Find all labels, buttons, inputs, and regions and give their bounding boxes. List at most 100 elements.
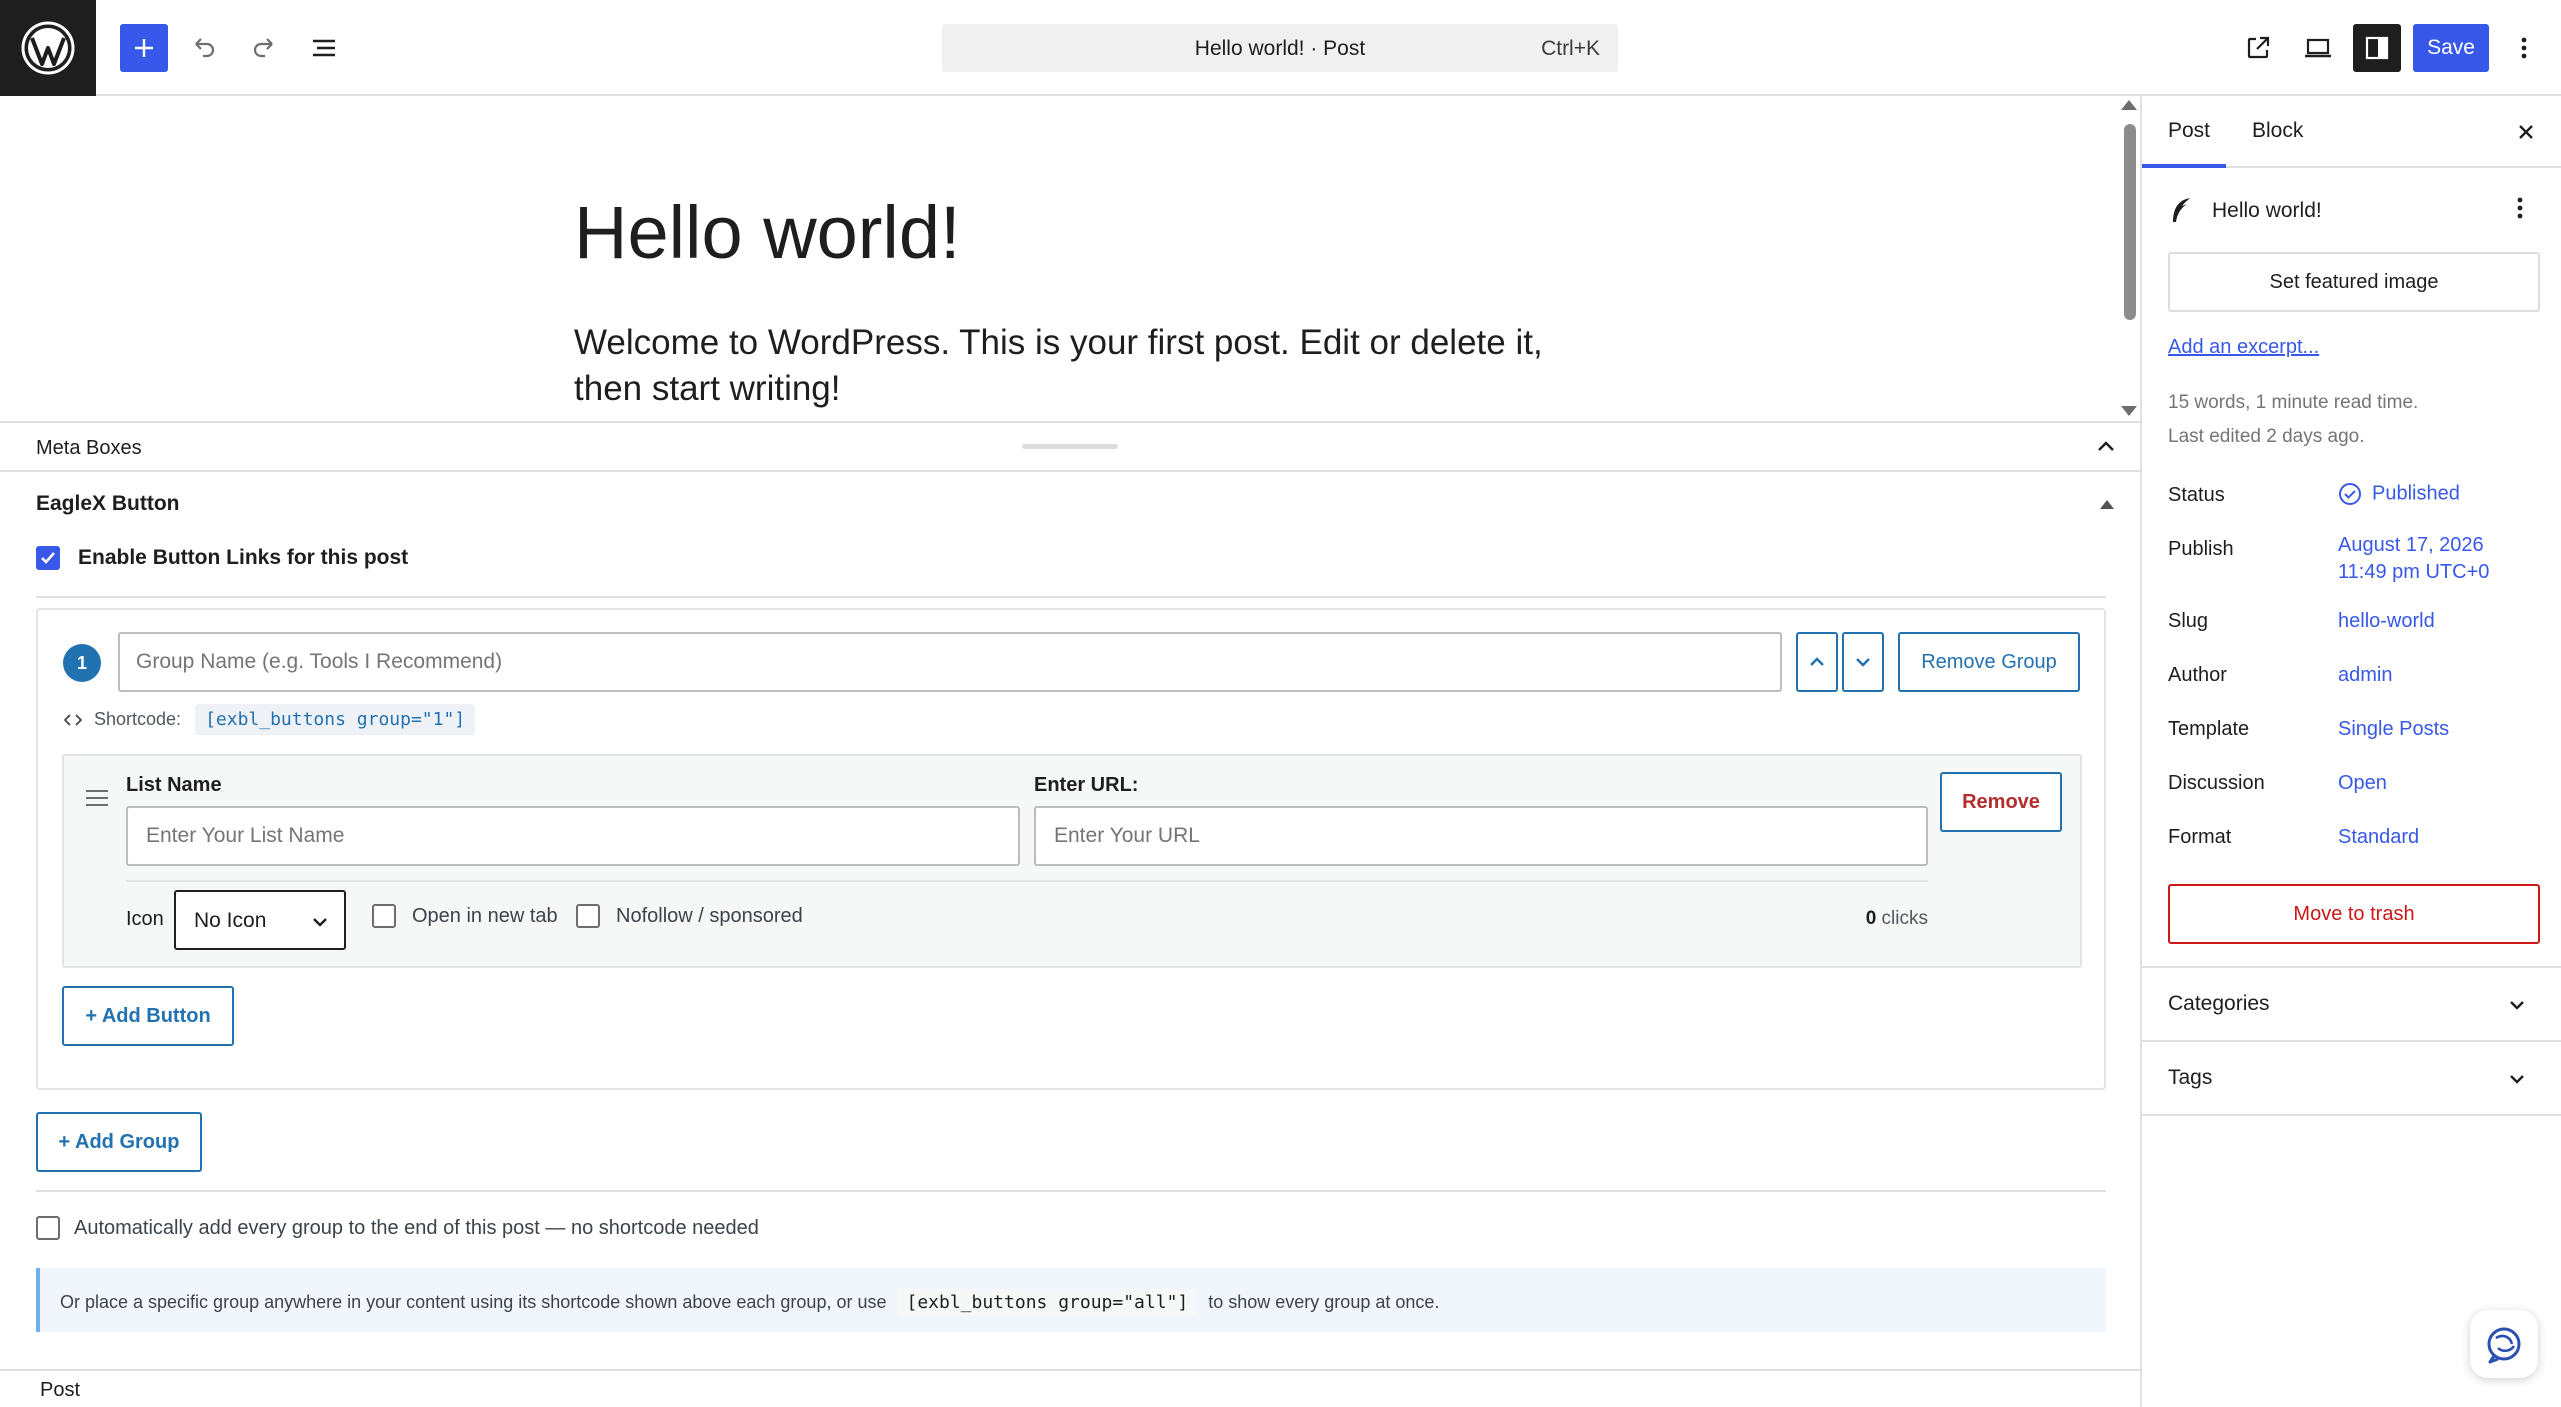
paragraph-block[interactable]: Welcome to WordPress. This is your first… [574,320,1554,412]
url-label: Enter URL: [1034,774,1139,796]
remove-group-button[interactable]: Remove Group [1898,632,2080,692]
editor-canvas[interactable]: Hello world! Welcome to WordPress. This … [0,96,2140,421]
template-value[interactable]: Single Posts [2338,718,2449,741]
published-check-icon [2339,483,2361,505]
post-summary: Hello world! [2168,196,2322,226]
meta-boxes-title: Meta Boxes [36,437,142,459]
auto-add-row: Automatically add every group to the end… [36,1216,759,1240]
shortcode-value[interactable]: [exbl_buttons group="1"] [195,704,476,735]
read-time: 15 words, 1 minute read time. [2168,392,2419,413]
post-feather-icon [2173,198,2190,222]
nofollow-checkbox[interactable] [576,904,600,928]
url-input[interactable] [1034,806,1928,866]
code-icon [64,713,82,726]
options-menu-button[interactable] [2500,24,2548,72]
format-value[interactable]: Standard [2338,826,2419,849]
info-text: Or place a specific group anywhere in yo… [60,1289,1439,1316]
editor-toolbar: Hello world! · Post Ctrl+K Save [0,0,2561,96]
post-title[interactable]: Hello world! [574,190,961,275]
click-count-label: clicks [1881,908,1928,929]
move-group-down-button[interactable] [1842,632,1884,692]
divider [36,1190,2106,1192]
publish-value[interactable]: August 17, 2026 11:49 pm UTC+0 [2338,532,2489,586]
add-block-button[interactable] [120,24,168,72]
resize-handle[interactable] [1022,444,1118,449]
wordpress-logo-icon[interactable] [0,0,96,96]
undo-button[interactable] [180,24,228,72]
format-label: Format [2168,826,2232,848]
chevron-down-icon [2510,1075,2524,1084]
button-item: List Name Enter URL: Remove Icon No Icon… [62,754,2082,968]
preview-device-button[interactable] [2294,24,2342,72]
list-view-icon [313,39,335,57]
breadcrumb[interactable]: Post [40,1379,80,1402]
checkmark-icon [41,552,55,564]
redo-icon [253,38,273,58]
drag-handle-icon[interactable] [86,790,108,811]
keyboard-shortcut: Ctrl+K [1541,37,1600,60]
redo-button[interactable] [240,24,288,72]
chat-widget-button[interactable] [2470,1310,2538,1378]
nofollow-option: Nofollow / sponsored [576,904,803,928]
post-meta-info: 15 words, 1 minute read time. Last edite… [2168,386,2418,454]
save-button[interactable]: Save [2413,24,2489,72]
document-overview-button[interactable] [300,24,348,72]
status-value[interactable]: Published [2338,482,2460,506]
button-group: 1 Remove Group Shortcode: [exbl_buttons … [36,608,2106,1090]
chevron-down-icon [2510,1001,2524,1010]
enable-links-checkbox[interactable] [36,546,60,570]
auto-add-checkbox[interactable] [36,1216,60,1240]
publish-time: 11:49 pm UTC+0 [2338,561,2490,583]
more-vertical-icon[interactable] [2516,194,2524,222]
shortcode-label: Shortcode: [94,709,182,729]
settings-sidebar-toggle[interactable] [2353,24,2401,72]
move-group-up-button[interactable] [1796,632,1838,692]
group-name-input[interactable] [118,632,1782,692]
set-featured-image-button[interactable]: Set featured image [2168,252,2540,312]
nofollow-label: Nofollow / sponsored [616,904,803,927]
add-excerpt-link[interactable]: Add an excerpt... [2168,336,2319,359]
collapse-caret-icon[interactable] [2100,500,2114,509]
list-name-label: List Name [126,774,222,796]
add-button-button[interactable]: + Add Button [62,986,234,1046]
undo-icon [195,38,215,58]
tags-title: Tags [2168,1066,2213,1089]
command-palette-bar[interactable]: Hello world! · Post Ctrl+K [942,24,1618,72]
view-post-button[interactable] [2234,24,2282,72]
chevron-down-icon [1856,658,1870,667]
more-vertical-icon [2521,37,2527,59]
divider [2142,1114,2561,1116]
chevron-up-icon[interactable] [2094,435,2118,459]
meta-boxes-header[interactable]: Meta Boxes [0,421,2140,472]
last-edited: Last edited 2 days ago. [2168,426,2365,447]
info-suffix: to show every group at once. [1208,1292,1440,1312]
enable-links-row: Enable Button Links for this post [36,546,408,570]
discussion-value[interactable]: Open [2338,772,2387,795]
move-to-trash-button[interactable]: Move to trash [2168,884,2540,944]
remove-button[interactable]: Remove [1940,772,2062,832]
slug-value[interactable]: hello-world [2338,610,2435,633]
author-value[interactable]: admin [2338,664,2392,687]
scroll-up-arrow-icon[interactable] [2121,100,2137,110]
categories-panel[interactable]: Categories [2142,966,2561,1040]
canvas-scrollbar-thumb[interactable] [2124,124,2136,320]
document-title: Hello world! · Post [1194,37,1366,60]
click-count: 0 [1865,908,1877,929]
tags-panel[interactable]: Tags [2142,1040,2561,1114]
divider [126,880,1928,882]
template-label: Template [2168,718,2250,740]
list-name-input[interactable] [126,806,1020,866]
categories-title: Categories [2168,992,2270,1015]
icon-select[interactable]: No Icon [174,890,346,950]
open-new-tab-checkbox[interactable] [372,904,396,928]
enable-links-label: Enable Button Links for this post [78,546,409,569]
close-icon[interactable] [2514,120,2538,144]
tab-block[interactable]: Block [2252,119,2303,143]
chevron-down-icon [313,918,327,927]
all-groups-shortcode[interactable]: [exbl_buttons group="all"] [898,1289,1197,1316]
tab-post[interactable]: Post [2168,119,2210,143]
status-label: Status [2168,484,2225,506]
add-group-button[interactable]: + Add Group [36,1112,202,1172]
chevron-up-icon [1810,657,1824,666]
scroll-down-arrow-icon[interactable] [2121,406,2137,416]
